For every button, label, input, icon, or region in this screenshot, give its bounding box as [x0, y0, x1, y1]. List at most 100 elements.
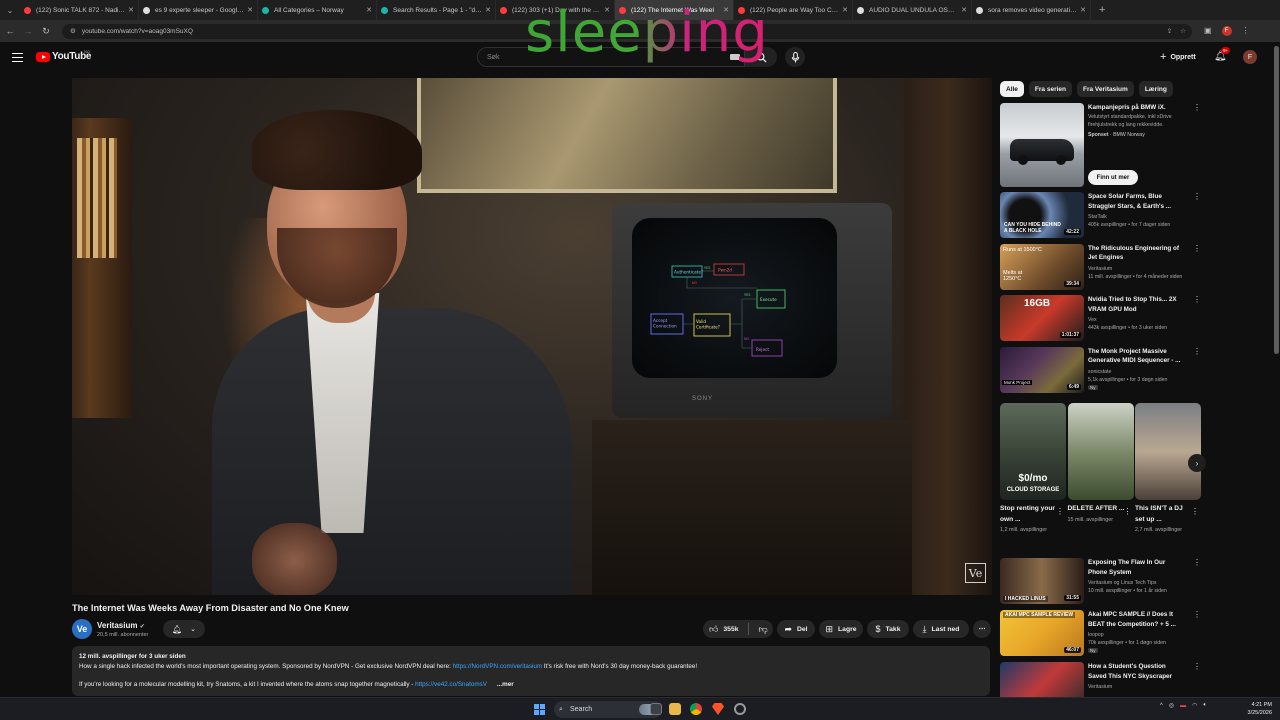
short-thumbnail[interactable]	[1135, 403, 1201, 500]
account-avatar[interactable]: F	[1243, 50, 1257, 64]
tab-close-icon[interactable]: ✕	[485, 6, 491, 14]
forward-arrow-icon[interactable]: →	[20, 26, 36, 36]
subscription-bell-button[interactable]: 🔔︎ ⌄	[163, 620, 205, 638]
channel-name[interactable]: Veritasium	[1088, 265, 1200, 273]
channel-name[interactable]: sonicstate	[1088, 368, 1200, 376]
new-tab-button[interactable]: +	[1099, 4, 1105, 16]
recommended-video[interactable]: Runs at 1500°C Melts at 1250°C 39:34 The Ri…	[1000, 243, 1201, 292]
channel-name[interactable]: loopop	[1088, 631, 1200, 639]
video-menu-dots-icon[interactable]: ⋮	[1193, 244, 1201, 253]
video-thumbnail[interactable]: Monk Project 6:49	[1000, 346, 1084, 393]
video-thumbnail[interactable]: CAN YOU HIDE BEHIND A BLACK HOLE 42:22	[1000, 192, 1084, 238]
recommended-video[interactable]: I HACKED LINUS 31:55 Exposing The Flaw In …	[1000, 558, 1201, 606]
thumbs-up-icon[interactable]: 👍︎	[709, 624, 718, 635]
more-actions-button[interactable]: ⋯	[973, 620, 991, 638]
short-menu-dots-icon[interactable]: ⋮	[1124, 507, 1132, 516]
search-button[interactable]	[745, 47, 777, 67]
video-title[interactable]: Akai MPC SAMPLE // Does It BEAT the Comp…	[1088, 610, 1186, 629]
video-title[interactable]: Nvidia Tried to Stop This... 2X VRAM GPU…	[1088, 295, 1186, 314]
keyboard-icon[interactable]	[730, 54, 740, 60]
youtube-logo-icon[interactable]	[36, 52, 50, 62]
video-thumbnail[interactable]: AKAI MPC SAMPLE REVIEW 46:07	[1000, 610, 1084, 656]
browser-tab-3[interactable]: Search Results - Page 1 - "dua ✕	[377, 0, 496, 20]
video-menu-dots-icon[interactable]: ⋮	[1193, 610, 1201, 619]
channel-name[interactable]: Veritasium	[1088, 683, 1200, 691]
short-menu-dots-icon[interactable]: ⋮	[1056, 507, 1064, 516]
menu-hamburger-icon[interactable]	[12, 53, 23, 62]
video-menu-dots-icon[interactable]: ⋮	[1193, 347, 1201, 356]
video-player[interactable]: Authenticate? Pwn2d Execute Accept Connec…	[72, 78, 992, 595]
share-page-icon[interactable]: ⇪	[1167, 27, 1172, 35]
video-title[interactable]: Exposing The Flaw In Our Phone System	[1088, 558, 1186, 577]
wifi-icon[interactable]: ◠	[1192, 702, 1197, 709]
tab-search-chevron-icon[interactable]: ⌄	[0, 0, 20, 20]
short-item[interactable]: $0/mo CLOUD STORAGE Stop renting your own …	[1000, 403, 1066, 536]
tab-close-icon[interactable]: ✕	[842, 6, 848, 14]
volume-icon[interactable]: 🔈︎	[1203, 702, 1207, 709]
browser-tab-2[interactable]: All Categories – Norway ✕	[258, 0, 377, 20]
share-button[interactable]: ➦ Del	[777, 620, 815, 638]
short-title[interactable]: This ISN'T a DJ set up ...	[1135, 504, 1193, 525]
voice-search-button[interactable]	[785, 47, 805, 67]
video-menu-dots-icon[interactable]: ⋮	[1193, 662, 1201, 671]
browser-tab-4[interactable]: (122) 303 (+1) Day with the DU ✕	[496, 0, 615, 20]
shorts-next-arrow-icon[interactable]: ›	[1188, 454, 1206, 472]
browser-tab-7[interactable]: AUDIO DUAL UNDULA OSCILL ✕	[853, 0, 972, 20]
tab-close-icon[interactable]: ✕	[723, 6, 729, 14]
channel-name[interactable]: Veritasium og Linus Tech Tips	[1088, 579, 1200, 587]
snatoms-link[interactable]: https://ve42.co/SnatomsV	[415, 681, 487, 688]
tray-flag-icon[interactable]: ▬	[1180, 703, 1186, 709]
short-thumbnail[interactable]	[1067, 403, 1134, 500]
profile-icon[interactable]: F	[1221, 26, 1232, 36]
short-menu-dots-icon[interactable]: ⋮	[1191, 507, 1199, 516]
task-view-icon[interactable]	[650, 703, 662, 715]
browser-tab-0[interactable]: (122) Sonic TALK 872 - Nadia St ✕	[20, 0, 139, 20]
video-title[interactable]: The Ridiculous Engineering of Jet Engine…	[1088, 244, 1186, 263]
like-count[interactable]: 355k	[723, 626, 738, 633]
reload-icon[interactable]: ↻	[38, 26, 54, 37]
tab-close-icon[interactable]: ✕	[604, 6, 610, 14]
thumbs-down-icon[interactable]: 👎︎	[759, 624, 768, 635]
channel-name[interactable]: StarTalk	[1088, 213, 1200, 221]
chrome-icon[interactable]	[690, 703, 702, 715]
tray-chevron-icon[interactable]: ^	[1160, 703, 1163, 709]
video-menu-dots-icon[interactable]: ⋮	[1193, 558, 1201, 567]
search-input[interactable]: Søk	[477, 47, 745, 67]
video-title[interactable]: The Monk Project Massive Generative MIDI…	[1088, 347, 1186, 366]
tab-close-icon[interactable]: ✕	[247, 6, 253, 14]
short-title[interactable]: DELETE AFTER ...	[1068, 504, 1126, 515]
windows-start-icon[interactable]	[534, 704, 545, 715]
video-menu-dots-icon[interactable]: ⋮	[1193, 192, 1201, 201]
tab-close-icon[interactable]: ✕	[366, 6, 372, 14]
video-description[interactable]: 12 mill. avspillinger for 3 uker siden H…	[72, 646, 990, 696]
browser-tab-1[interactable]: es 9 experte sleeper - Google S ✕	[139, 0, 258, 20]
browser-menu-icon[interactable]: ⋮	[1242, 26, 1250, 36]
chip-2[interactable]: Fra Veritasium	[1077, 81, 1134, 97]
tab-close-icon[interactable]: ✕	[961, 6, 967, 14]
video-menu-dots-icon[interactable]: ⋮	[1193, 295, 1201, 304]
video-title[interactable]: Space Solar Farms, Blue Straggler Stars,…	[1088, 192, 1186, 211]
extension-icon[interactable]: ▣	[1204, 26, 1212, 36]
tray-app-icon[interactable]: ◎	[1169, 702, 1174, 709]
download-button[interactable]: ⤓ Last ned	[913, 620, 969, 638]
recommended-video[interactable]: AKAI MPC SAMPLE REVIEW 46:07 Akai MPC SAMP…	[1000, 610, 1201, 658]
browser-tab-5[interactable]: (122) The Internet Was Weel ✕	[615, 0, 734, 20]
file-explorer-icon[interactable]	[669, 703, 681, 715]
url-field[interactable]: ⚙ youtube.com/watch?v=aoag03mSuXQ ⇪ ☆	[62, 23, 1192, 39]
ad-menu-dots-icon[interactable]: ⋮	[1193, 103, 1201, 112]
video-thumbnail[interactable]: Runs at 1500°C Melts at 1250°C 39:34	[1000, 243, 1084, 290]
short-thumbnail[interactable]: $0/mo CLOUD STORAGE	[1000, 403, 1066, 500]
channel-avatar[interactable]: Ve	[72, 619, 92, 639]
video-thumbnail[interactable]: 16GB 1:01:37	[1000, 295, 1084, 341]
tab-close-icon[interactable]: ✕	[1080, 6, 1086, 14]
recommended-video[interactable]: 16GB 1:01:37 Nvidia Tried to Stop This... …	[1000, 295, 1201, 343]
nordvpn-link[interactable]: https://NordVPN.com/veritasium	[453, 663, 543, 670]
channel-name[interactable]: Veritasium ✔	[97, 621, 145, 630]
recommended-video[interactable]: CAN YOU HIDE BEHIND A BLACK HOLE 42:22 Spa…	[1000, 192, 1201, 240]
chip-3[interactable]: Læring	[1138, 81, 1173, 97]
site-info-icon[interactable]: ⚙	[70, 27, 76, 35]
thanks-button[interactable]: $ Takk	[867, 620, 909, 638]
channel-name[interactable]: Vex	[1088, 316, 1200, 324]
show-more-button[interactable]: ...mer	[497, 681, 514, 688]
recommended-video[interactable]: Monk Project 6:49 The Monk Project Massive…	[1000, 346, 1201, 395]
